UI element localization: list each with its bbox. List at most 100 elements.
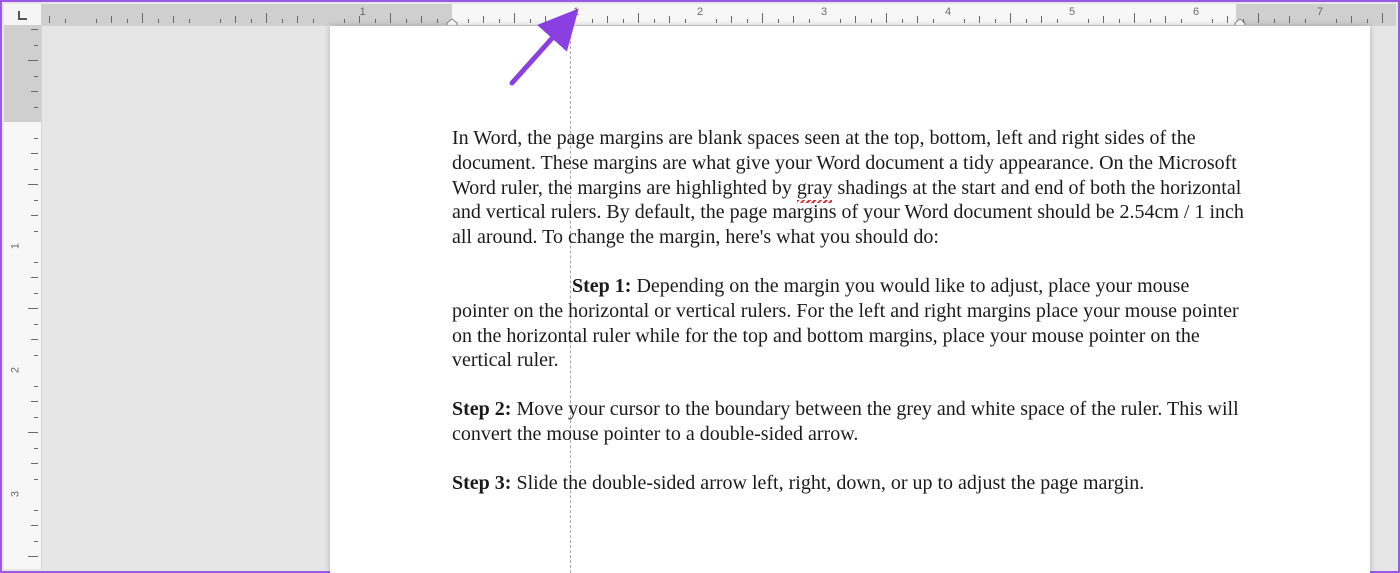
paragraph-step-3[interactable]: Step 3: Slide the double-sided arrow lef… xyxy=(452,471,1248,496)
h-ruler-tick xyxy=(638,13,639,23)
h-ruler-number: 1 xyxy=(573,7,579,18)
h-ruler-tick xyxy=(886,13,887,23)
step-1-body: Depending on the margin you would like t… xyxy=(452,275,1239,371)
h-ruler-tick xyxy=(1382,13,1383,23)
h-ruler-tick xyxy=(235,16,236,23)
step-3-label: Step 3: xyxy=(452,472,511,494)
v-ruler-tick xyxy=(34,293,38,294)
h-ruler-number: 2 xyxy=(697,7,703,18)
step-2-label: Step 2: xyxy=(452,398,511,420)
h-ruler-tick xyxy=(437,19,438,23)
h-ruler-tick xyxy=(406,19,407,23)
h-ruler-tick xyxy=(1367,19,1368,23)
h-ruler-tick xyxy=(809,19,810,23)
h-ruler-tick xyxy=(173,16,174,23)
h-ruler-tick xyxy=(1258,13,1259,23)
left-indent-marker[interactable] xyxy=(446,18,458,26)
h-ruler-tick xyxy=(871,19,872,23)
h-ruler-tick xyxy=(483,16,484,23)
h-ruler-number: 6 xyxy=(1193,7,1199,18)
v-ruler-tick xyxy=(34,200,38,201)
h-ruler-tick xyxy=(1119,19,1120,23)
v-ruler-tick xyxy=(31,153,38,154)
h-ruler-number: 4 xyxy=(945,7,951,18)
h-ruler-tick xyxy=(468,19,469,23)
v-ruler-tick xyxy=(28,184,38,185)
h-ruler-tick xyxy=(592,19,593,23)
h-ruler-tick xyxy=(1010,13,1011,23)
h-ruler-tick xyxy=(623,19,624,23)
h-ruler-tick xyxy=(499,19,500,23)
v-ruler-tick xyxy=(34,386,38,387)
step-2-body: Move your cursor to the boundary between… xyxy=(452,398,1239,445)
v-ruler-tick xyxy=(31,401,38,402)
step-3-body: Slide the double-sided arrow left, right… xyxy=(511,472,1144,494)
step-1-label: Step 1: xyxy=(572,275,631,297)
h-ruler-tick xyxy=(933,19,934,23)
v-ruler-top-margin[interactable] xyxy=(4,26,41,122)
h-ruler-tick xyxy=(359,16,360,23)
v-ruler-tick xyxy=(34,448,38,449)
h-ruler-tick xyxy=(1103,16,1104,23)
h-ruler-tick xyxy=(1243,19,1244,23)
h-ruler-tick xyxy=(1289,16,1290,23)
v-ruler-tick xyxy=(34,541,38,542)
v-ruler-tick xyxy=(34,262,38,263)
ruler-origin-corner xyxy=(4,4,42,26)
horizontal-ruler[interactable]: 11234567 xyxy=(42,4,1396,26)
h-ruler-tick xyxy=(1227,16,1228,23)
h-ruler-tick xyxy=(1165,16,1166,23)
h-ruler-tick xyxy=(375,19,376,23)
spellcheck-squiggle[interactable]: gray xyxy=(797,176,833,201)
h-ruler-tick xyxy=(716,19,717,23)
v-ruler-number: 3 xyxy=(11,491,22,497)
v-ruler-tick xyxy=(34,231,38,232)
v-ruler-tick xyxy=(34,45,38,46)
right-indent-marker[interactable] xyxy=(1234,18,1246,26)
h-ruler-tick xyxy=(917,16,918,23)
h-ruler-tick xyxy=(530,19,531,23)
h-ruler-tick xyxy=(995,19,996,23)
document-body[interactable]: In Word, the page margins are blank spac… xyxy=(452,126,1248,520)
h-ruler-tick xyxy=(266,13,267,23)
h-ruler-tick xyxy=(251,19,252,23)
paragraph-intro[interactable]: In Word, the page margins are blank spac… xyxy=(452,126,1248,250)
h-ruler-tick xyxy=(964,19,965,23)
h-ruler-tick xyxy=(654,19,655,23)
h-ruler-number: 3 xyxy=(821,7,827,18)
h-ruler-tick xyxy=(158,19,159,23)
h-ruler-tick xyxy=(731,16,732,23)
vertical-ruler[interactable]: 123 xyxy=(4,26,42,569)
h-ruler-tick xyxy=(142,13,143,23)
v-ruler-tick xyxy=(34,76,38,77)
h-ruler-tick xyxy=(96,19,97,23)
h-ruler-tick xyxy=(344,19,345,23)
h-ruler-tick xyxy=(1057,19,1058,23)
v-ruler-tick xyxy=(34,107,38,108)
h-ruler-tick xyxy=(607,16,608,23)
paragraph-step-1[interactable]: Step 1: Depending on the margin you woul… xyxy=(452,274,1248,373)
h-ruler-tick xyxy=(220,19,221,23)
v-ruler-number: 1 xyxy=(11,243,22,249)
paragraph-step-2[interactable]: Step 2: Move your cursor to the boundary… xyxy=(452,397,1248,447)
document-page: In Word, the page margins are blank spac… xyxy=(330,26,1370,573)
h-ruler-tick xyxy=(902,19,903,23)
v-ruler-tick xyxy=(28,432,38,433)
h-ruler-tick xyxy=(1305,19,1306,23)
v-ruler-tick xyxy=(31,463,38,464)
v-ruler-tick xyxy=(31,215,38,216)
v-ruler-tick xyxy=(31,277,38,278)
v-ruler-tick xyxy=(34,510,38,511)
h-ruler-tick xyxy=(669,16,670,23)
h-ruler-tick xyxy=(778,19,779,23)
h-ruler-tick xyxy=(65,19,66,23)
tab-stop-icon xyxy=(17,9,29,21)
h-ruler-tick xyxy=(127,19,128,23)
h-ruler-tick xyxy=(111,16,112,23)
v-ruler-tick xyxy=(28,556,38,557)
h-ruler-number: 1 xyxy=(360,7,366,18)
h-ruler-tick xyxy=(421,16,422,23)
h-ruler-tick xyxy=(1150,19,1151,23)
h-ruler-tick xyxy=(282,19,283,23)
h-ruler-tick xyxy=(1088,19,1089,23)
